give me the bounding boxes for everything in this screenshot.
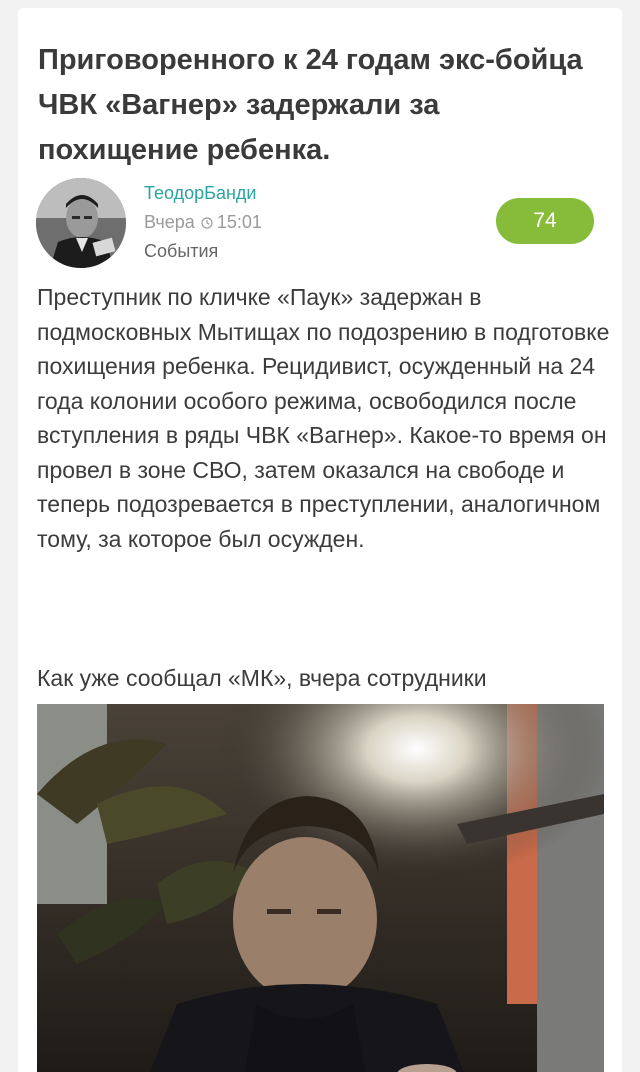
date-label: Вчера xyxy=(144,212,195,232)
article-paragraph-1: Преступник по кличке «Паук» задержан в п… xyxy=(37,284,610,552)
clock-icon xyxy=(201,216,213,229)
article-photo xyxy=(37,704,604,1072)
post-time: 15:01 xyxy=(216,212,262,232)
author-avatar[interactable] xyxy=(36,178,126,268)
avatar-image xyxy=(36,178,126,268)
post-category[interactable]: События xyxy=(144,241,218,262)
post-meta: Вчера 15:01 xyxy=(144,212,262,233)
article-title: Приговоренного к 24 годам экс-бойца ЧВК … xyxy=(38,44,583,166)
rating-badge[interactable]: 74 xyxy=(496,198,594,244)
article-card: Приговоренного к 24 годам экс-бойца ЧВК … xyxy=(18,8,622,1072)
article-paragraph-2: Как уже сообщал «МК», вчера сотрудники xyxy=(37,665,487,691)
author-name[interactable]: ТеодорБанди xyxy=(144,183,256,204)
photo-image xyxy=(37,704,604,1072)
